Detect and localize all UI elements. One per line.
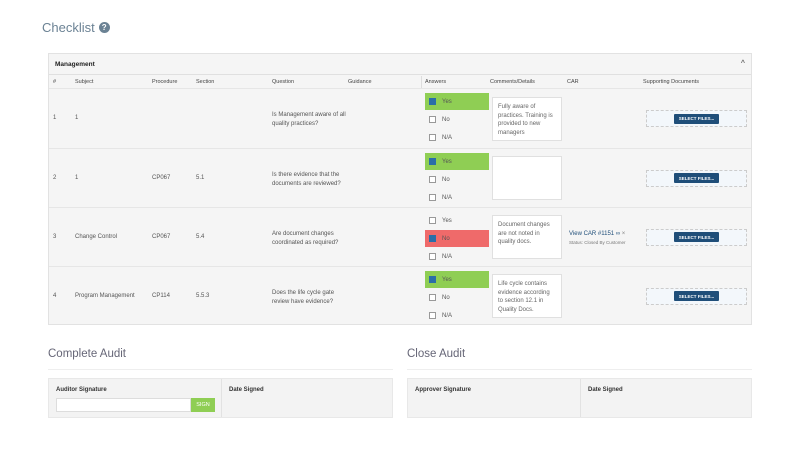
question: Is Management aware of all quality pract… bbox=[272, 112, 346, 127]
auditor-signature-label: Auditor Signature bbox=[56, 387, 107, 393]
subject: Program Management bbox=[75, 292, 135, 299]
section: 5.5.3 bbox=[196, 292, 210, 299]
file-drop-zone[interactable]: SELECT FILES... bbox=[646, 110, 747, 127]
checkbox[interactable] bbox=[429, 235, 436, 242]
answer-option-no[interactable]: No bbox=[425, 289, 489, 306]
section-title: Management bbox=[55, 61, 95, 68]
row-number: 4 bbox=[53, 292, 57, 299]
checkbox[interactable] bbox=[429, 294, 436, 301]
comment-field[interactable]: Document changes are not noted in qualit… bbox=[492, 215, 562, 259]
answer-option-yes[interactable]: Yes bbox=[425, 93, 489, 110]
chevron-up-icon[interactable]: ^ bbox=[741, 60, 745, 67]
column-header: Supporting Documents bbox=[643, 79, 699, 85]
column-header: CAR bbox=[567, 79, 579, 85]
section: 5.4 bbox=[196, 233, 205, 240]
procedure: CP067 bbox=[152, 174, 171, 181]
answer-option-na[interactable]: N/A bbox=[425, 307, 489, 324]
question: Are document changes coordinated as requ… bbox=[272, 230, 339, 246]
table-row: 4 Program Management CP114 5.5.3 Does th… bbox=[49, 266, 751, 325]
view-car-link[interactable]: View CAR #1151 ∞ × bbox=[569, 231, 625, 237]
subject: 1 bbox=[75, 115, 79, 121]
answer-option-yes[interactable]: Yes bbox=[425, 153, 489, 170]
close-audit-panel: Approver Signature Date Signed bbox=[407, 378, 752, 418]
approver-signature-label: Approver Signature bbox=[415, 387, 472, 393]
comment-field[interactable]: Life cycle contains evidence according t… bbox=[492, 274, 562, 318]
answer-option-na[interactable]: N/A bbox=[425, 189, 489, 206]
checkbox[interactable] bbox=[429, 312, 436, 319]
row-number: 3 bbox=[53, 233, 57, 240]
select-files-button[interactable]: SELECT FILES... bbox=[673, 232, 720, 242]
help-icon[interactable]: ? bbox=[98, 22, 110, 33]
column-header: Answers bbox=[425, 79, 447, 85]
select-files-button[interactable]: SELECT FILES... bbox=[673, 113, 720, 124]
checklist-title: Checklist bbox=[42, 20, 95, 35]
checkbox[interactable] bbox=[429, 194, 436, 201]
checklist-table: Management ^ # Subject Procedure Section Ques… bbox=[48, 53, 752, 325]
answer-option-no[interactable]: No bbox=[425, 111, 489, 128]
link-icon: ∞ bbox=[615, 230, 621, 237]
subject: Change Control bbox=[75, 233, 118, 240]
auditor-signature-input[interactable] bbox=[56, 398, 191, 412]
checkbox[interactable] bbox=[429, 98, 436, 105]
select-files-button[interactable]: SELECT FILES... bbox=[673, 173, 720, 183]
procedure: CP114 bbox=[152, 292, 170, 299]
row-number: 1 bbox=[53, 115, 57, 121]
checkbox[interactable] bbox=[429, 134, 436, 141]
remove-icon[interactable]: × bbox=[622, 231, 626, 237]
answer-option-yes[interactable]: Yes bbox=[425, 212, 489, 229]
answer-option-na[interactable]: N/A bbox=[425, 248, 489, 265]
answer-option-no[interactable]: No bbox=[425, 171, 489, 188]
sign-button[interactable]: SIGN bbox=[191, 398, 215, 412]
column-header: Comments/Details bbox=[490, 79, 535, 85]
table-row: 2 1 CP067 5.1 Is there evidence that the… bbox=[49, 148, 751, 207]
section-header[interactable]: Management ^ bbox=[49, 54, 751, 75]
column-header: Subject bbox=[75, 79, 94, 85]
subject: 1 bbox=[75, 174, 79, 181]
column-header: Question bbox=[272, 79, 295, 85]
answer-option-no[interactable]: No bbox=[425, 230, 489, 247]
file-drop-zone[interactable]: SELECT FILES... bbox=[646, 228, 747, 246]
row-number: 2 bbox=[53, 174, 57, 181]
close-audit-title: Close Audit bbox=[407, 348, 466, 360]
comment-field[interactable]: Fully aware of practices. Training is pr… bbox=[492, 97, 562, 141]
date-signed-label: Date Signed bbox=[229, 387, 264, 393]
section: 5.1 bbox=[196, 174, 205, 181]
procedure: CP067 bbox=[152, 233, 171, 240]
checkbox[interactable] bbox=[429, 176, 436, 183]
date-signed-label: Date Signed bbox=[588, 387, 623, 393]
checkbox[interactable] bbox=[429, 253, 436, 260]
answer-option-na[interactable]: N/A bbox=[425, 129, 489, 146]
file-drop-zone[interactable]: SELECT FILES... bbox=[646, 169, 747, 187]
column-header: Guidance bbox=[348, 79, 372, 85]
select-files-button[interactable]: SELECT FILES... bbox=[673, 291, 720, 301]
table-row: 1 1 Is Management aware of all quality p… bbox=[49, 88, 751, 148]
comment-field[interactable] bbox=[492, 156, 562, 200]
file-drop-zone[interactable]: SELECT FILES... bbox=[646, 287, 747, 305]
page-title: Checklist? bbox=[42, 20, 110, 35]
car-status: Status: Closed By Customer bbox=[569, 239, 626, 245]
table-row: 3 Change Control CP067 5.4 Are document … bbox=[49, 207, 751, 266]
complete-audit-title: Complete Audit bbox=[48, 348, 126, 360]
checkbox[interactable] bbox=[429, 116, 436, 123]
complete-audit-panel: Auditor Signature SIGN Date Signed bbox=[48, 378, 393, 418]
checkbox[interactable] bbox=[429, 217, 436, 224]
column-header: Section bbox=[196, 79, 215, 85]
checkbox[interactable] bbox=[429, 158, 436, 165]
column-header: # bbox=[53, 79, 57, 85]
checkbox[interactable] bbox=[429, 276, 436, 283]
answer-option-yes[interactable]: Yes bbox=[425, 271, 489, 288]
column-header: Procedure bbox=[152, 79, 178, 85]
question: Does the life cycle gate review have evi… bbox=[272, 289, 335, 305]
question: Is there evidence that the documents are… bbox=[272, 171, 341, 187]
